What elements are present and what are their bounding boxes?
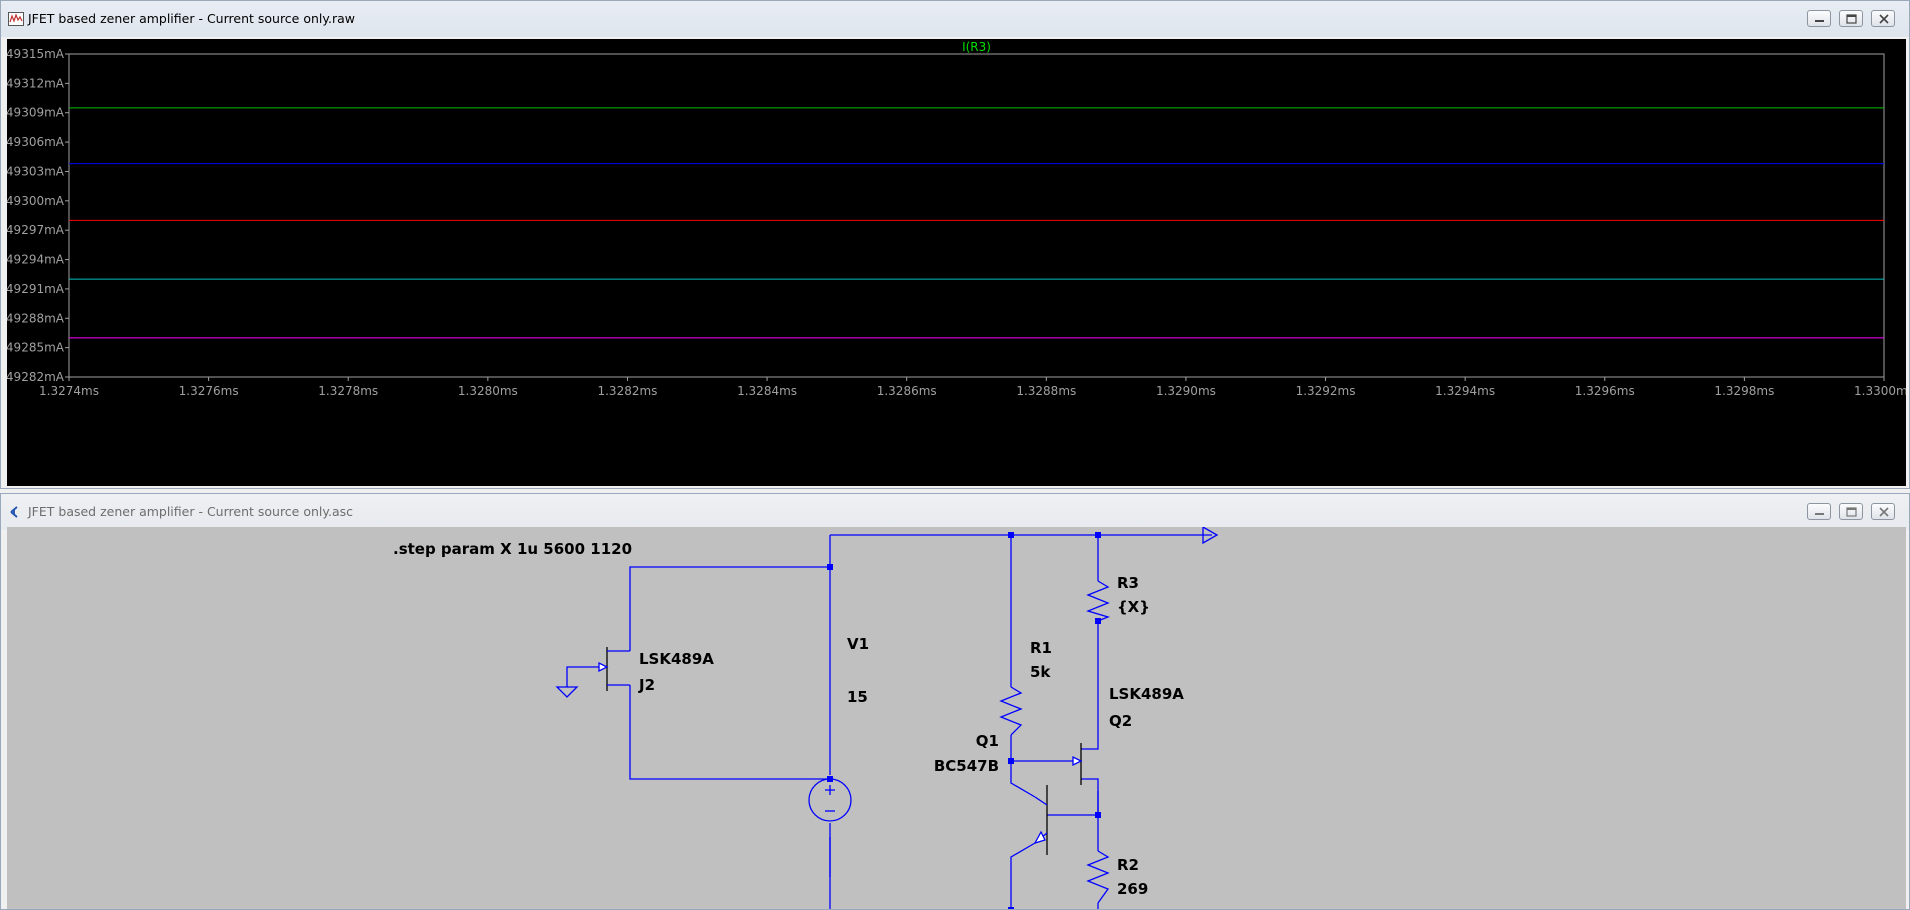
v1-ref-label[interactable]: V1 [847, 635, 869, 653]
minimize-button[interactable] [1807, 503, 1831, 520]
x-tick-label: 1.3274ms [39, 384, 99, 398]
x-tick-label: 1.3284ms [737, 384, 797, 398]
restore-button[interactable] [1839, 10, 1863, 27]
v1-source-symbol[interactable] [808, 778, 852, 822]
x-tick-label: 1.3286ms [877, 384, 937, 398]
q2-model-label[interactable]: LSK489A [1109, 685, 1184, 703]
y-tick-label: 2.49312mA [7, 76, 65, 90]
restore-icon [1846, 507, 1857, 517]
r3-ref-label[interactable]: R3 [1117, 574, 1139, 592]
schematic-drawing[interactable]: .step param X 1u 5600 1120 LSK489A J2 V1… [7, 527, 1906, 909]
x-tick-label: 1.3288ms [1016, 384, 1076, 398]
wire [1010, 761, 1036, 798]
junction-dot [1095, 812, 1101, 818]
r1-ref-label[interactable]: R1 [1030, 639, 1052, 657]
wire [829, 837, 1099, 909]
x-tick-label: 1.3298ms [1714, 384, 1774, 398]
r2-resistor-symbol[interactable] [1086, 850, 1110, 904]
wire [1081, 778, 1099, 815]
y-tick-label: 2.49300mA [7, 194, 65, 208]
junction-dot [827, 564, 833, 570]
plot-canvas[interactable]: I(R3) 2.49315mA 2.49312mA 2.49309mA 2.49306m… [7, 39, 1906, 486]
r1-resistor-symbol[interactable] [999, 686, 1023, 736]
junction-dot [1008, 758, 1014, 764]
x-tick-label: 1.3280ms [458, 384, 518, 398]
junction-dot [1095, 532, 1101, 538]
schematic-window[interactable]: JFET based zener amplifier - Current sou… [0, 493, 1910, 910]
y-tick-label: 2.49285mA [7, 341, 65, 355]
r1-value-label[interactable]: 5k [1030, 663, 1051, 681]
y-tick-label: 2.49297mA [7, 223, 65, 237]
q2-ref-label[interactable]: Q2 [1109, 712, 1132, 730]
v1-value-label[interactable]: 15 [847, 688, 868, 706]
spice-directive[interactable]: .step param X 1u 5600 1120 [393, 540, 632, 558]
schematic-window-title: JFET based zener amplifier - Current sou… [28, 504, 354, 519]
restore-button[interactable] [1839, 503, 1863, 520]
schematic-canvas[interactable]: .step param X 1u 5600 1120 LSK489A J2 V1… [7, 527, 1906, 909]
wire [1010, 842, 1036, 909]
q1-model-label[interactable]: BC547B [934, 757, 999, 775]
close-icon [1879, 507, 1889, 517]
x-tick-label: 1.3282ms [597, 384, 657, 398]
y-tick-label: 2.49282mA [7, 370, 65, 384]
schematic-app-icon [10, 506, 18, 518]
x-tick-label: 1.3296ms [1575, 384, 1635, 398]
close-button[interactable] [1871, 503, 1895, 520]
junction-dots [827, 532, 1101, 909]
x-tick-label: 1.3300ms [1854, 384, 1906, 398]
minimize-icon [1815, 20, 1824, 22]
wire [629, 685, 830, 780]
r3-resistor-symbol[interactable] [1086, 580, 1110, 622]
minimize-button[interactable] [1807, 10, 1831, 27]
restore-icon [1846, 14, 1857, 24]
q1-ref-label[interactable]: Q1 [976, 732, 999, 750]
wire [1081, 725, 1099, 750]
x-tick-label: 1.3292ms [1296, 384, 1356, 398]
r2-value-label[interactable]: 269 [1117, 880, 1148, 898]
minimize-icon [1815, 513, 1824, 515]
wire [1047, 791, 1099, 816]
waveform-window-title: JFET based zener amplifier - Current sou… [28, 11, 356, 26]
y-tick-label: 2.49306mA [7, 135, 65, 149]
schematic-window-titlebar[interactable]: JFET based zener amplifier - Current sou… [1, 494, 1909, 530]
plot-frame [68, 53, 1885, 378]
trace-label-i-r3[interactable]: I(R3) [962, 40, 991, 54]
x-tick-label: 1.3294ms [1435, 384, 1495, 398]
j2-ref-label[interactable]: J2 [638, 676, 655, 694]
y-tick-label: 2.49309mA [7, 106, 65, 120]
junction-dot [1008, 907, 1014, 909]
j2-model-label[interactable]: LSK489A [639, 650, 714, 668]
waveform-window[interactable]: JFET based zener amplifier - Current sou… [0, 0, 1910, 489]
y-tick-label: 2.49288mA [7, 311, 65, 325]
y-tick-label: 2.49294mA [7, 253, 65, 267]
close-button[interactable] [1871, 10, 1895, 27]
y-tick-label: 2.49315mA [7, 47, 65, 61]
r3-value-label[interactable]: {X} [1117, 598, 1150, 616]
r2-ref-label[interactable]: R2 [1117, 856, 1139, 874]
waveform-plot[interactable]: I(R3) 2.49315mA 2.49312mA 2.49309mA 2.49306m… [7, 39, 1906, 486]
y-tick-label: 2.49291mA [7, 282, 65, 296]
y-tick-label: 2.49303mA [7, 164, 65, 178]
x-tick-label: 1.3276ms [179, 384, 239, 398]
junction-dot [1008, 532, 1014, 538]
waveform-app-icon [8, 12, 24, 26]
j2-jfet-symbol[interactable] [598, 647, 630, 691]
close-icon [1879, 14, 1889, 24]
ground-icon[interactable] [555, 686, 579, 698]
x-tick-label: 1.3290ms [1156, 384, 1216, 398]
x-tick-label: 1.3278ms [318, 384, 378, 398]
q2-jfet-symbol[interactable] [1072, 743, 1083, 785]
wire [629, 566, 830, 651]
waveform-window-titlebar[interactable]: JFET based zener amplifier - Current sou… [1, 1, 1909, 37]
q1-bjt-symbol[interactable] [1033, 785, 1048, 855]
